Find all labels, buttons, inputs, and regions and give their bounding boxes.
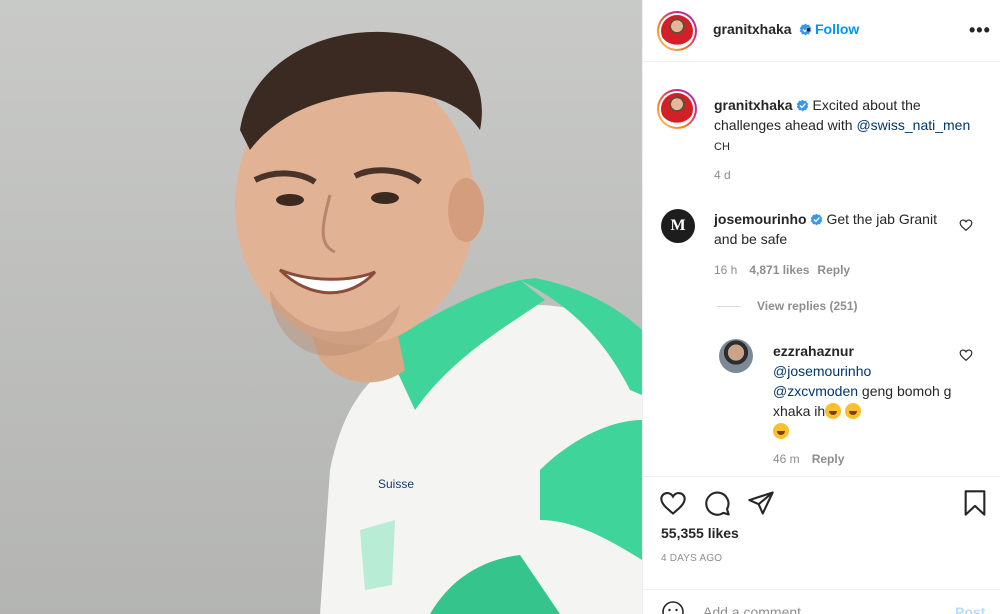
caption-mention-link[interactable]: @swiss_nati_men — [856, 117, 970, 133]
author-name-row: granitxhaka — [713, 21, 812, 39]
comment-time[interactable]: 16 h — [714, 263, 737, 277]
post-date[interactable]: 4 DAYS AGO — [661, 553, 722, 564]
comment-josemourinho: josemourinho Get the jab Granit and be s… — [714, 209, 954, 249]
add-comment-input[interactable]: Add a comment… — [703, 604, 815, 614]
view-replies-button[interactable]: View replies (251) — [717, 299, 858, 313]
heart-icon[interactable] — [659, 489, 687, 517]
comment-meta-josemourinho: 16 h 4,871 likes Reply — [714, 263, 858, 277]
comment-meta-ezzrahaznur: 46 m Reply — [773, 452, 852, 466]
comment-mention-link[interactable]: @zxcvmoden — [773, 383, 858, 399]
rofl-emoji-icon — [773, 423, 789, 439]
laughing-emoji-icon — [825, 403, 842, 419]
caption-text: granitxhaka Excited about the challenges… — [714, 95, 974, 157]
smile-icon[interactable] — [661, 600, 685, 614]
comments-list[interactable]: granitxhaka Excited about the challenges… — [643, 62, 1000, 476]
caption-timestamp[interactable]: 4 d — [714, 168, 731, 182]
comment-mention-link[interactable]: @josemourinho — [773, 363, 871, 379]
post-photo[interactable]: Suisse — [0, 0, 642, 614]
add-comment-bar: Add a comment… Post — [643, 589, 1000, 614]
more-options-icon[interactable]: ••• — [969, 20, 991, 41]
verified-badge-icon — [796, 99, 808, 112]
comment-username[interactable]: ezzrahaznur — [773, 343, 854, 359]
post-comment-button[interactable]: Post — [955, 604, 985, 614]
author-avatar[interactable] — [657, 11, 697, 51]
comment-time[interactable]: 46 m — [773, 452, 800, 466]
follow-button[interactable]: Follow — [815, 21, 859, 37]
caption-username[interactable]: granitxhaka — [714, 97, 793, 113]
dot-separator: • — [806, 21, 811, 37]
verified-badge-icon — [810, 213, 822, 226]
reply-button[interactable]: Reply — [817, 263, 850, 277]
comment-likes-count[interactable]: 4,871 likes — [749, 263, 809, 277]
replies-divider — [717, 306, 741, 308]
share-icon[interactable] — [747, 489, 775, 517]
comment-ezzrahaznur: ezzrahaznur @josemourinho @zxcvmoden gen… — [773, 341, 953, 441]
post-actions: 55,355 likes 4 DAYS AGO Add a comment… P… — [643, 476, 1000, 614]
reply-button[interactable]: Reply — [812, 452, 845, 466]
post-header: granitxhaka • Follow ••• — [643, 0, 1000, 62]
caption-flag: CH — [714, 141, 730, 153]
rofl-emoji-icon — [845, 403, 862, 419]
comment-like-heart-icon[interactable] — [959, 348, 973, 362]
svg-text:Suisse: Suisse — [378, 477, 414, 491]
bookmark-icon[interactable] — [961, 489, 989, 517]
comment-like-heart-icon[interactable] — [959, 218, 973, 232]
comment-avatar-ezzrahaznur[interactable] — [719, 339, 753, 373]
likes-count[interactable]: 55,355 likes — [661, 525, 739, 541]
view-replies-label[interactable]: View replies (251) — [757, 299, 858, 313]
author-username[interactable]: granitxhaka — [713, 21, 792, 37]
caption-avatar[interactable] — [657, 89, 697, 129]
comment-avatar-josemourinho[interactable]: M — [661, 209, 695, 243]
comment-icon[interactable] — [703, 489, 731, 517]
comment-username[interactable]: josemourinho — [714, 211, 807, 227]
player-photo-illustration: Suisse — [235, 31, 642, 614]
post-side-panel: granitxhaka • Follow ••• granitxhaka Exc… — [642, 0, 1000, 614]
